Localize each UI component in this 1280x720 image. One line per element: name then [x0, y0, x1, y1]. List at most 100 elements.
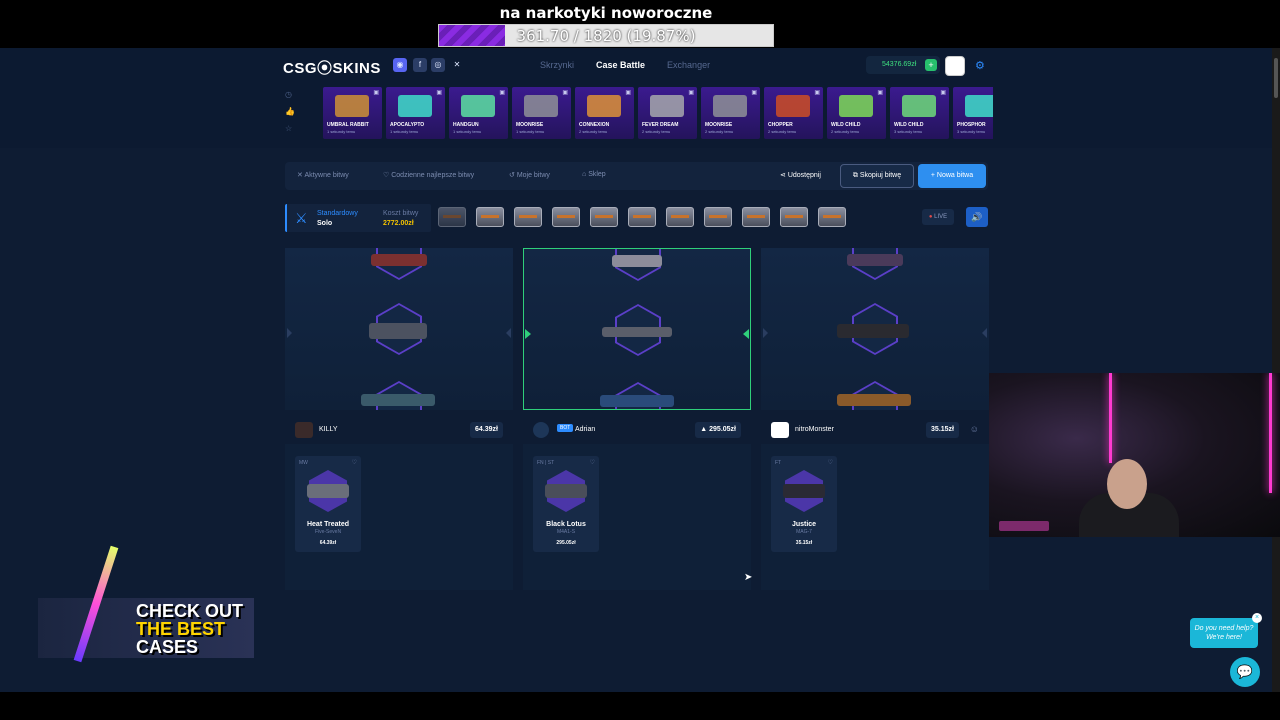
live-drop-weapon-icon [713, 95, 747, 117]
live-drop-item[interactable]: ▣ FEVER DREAM 2 sekundy temu [638, 87, 697, 139]
x-twitter-icon[interactable]: ✕ [450, 58, 464, 72]
reel-item-icon [371, 254, 427, 266]
tab-shop-label: Sklep [588, 171, 606, 178]
item-wear: FN | ST [537, 460, 555, 466]
thumbs-up-icon[interactable]: 👍 [285, 107, 295, 116]
share-label: Udostępnij [787, 172, 821, 179]
live-drop-weapon-icon [524, 95, 558, 117]
item-weapon: Five-SeveN [314, 529, 342, 535]
live-drop-item[interactable]: ▣PHOSPHOR3 sekundy temu [953, 87, 993, 139]
battle-case-icon[interactable] [476, 207, 504, 227]
help-close-icon[interactable]: × [1252, 613, 1262, 623]
live-drop-item[interactable]: ▣ HANDGUN 1 sekundy temu [449, 87, 508, 139]
battle-case-icon[interactable] [666, 207, 694, 227]
item-pin-icon[interactable]: ♡ [828, 459, 833, 466]
sound-toggle-icon[interactable]: 🔊 [966, 207, 988, 227]
item-pin-icon[interactable]: ♡ [590, 459, 595, 466]
item-pin-icon[interactable]: ♡ [352, 459, 357, 466]
emoji-icon[interactable]: ☺ [970, 424, 979, 434]
facebook-icon[interactable]: f [413, 58, 427, 72]
player-1-items: MW ♡ Heat Treated Five-SeveN 64.39zł [285, 444, 513, 590]
live-drop-weapon-icon [587, 95, 621, 117]
discord-icon[interactable]: ◉ [393, 58, 407, 72]
player-name[interactable]: nitroMonster [795, 426, 834, 433]
item-card[interactable]: FT ♡ Justice MAG-7 35.15zł [771, 456, 837, 552]
promo-text: CHECK OUT THE BEST CASES [136, 602, 243, 656]
item-name: Heat Treated [306, 521, 350, 528]
balance-display[interactable]: 54376.69zł + [866, 56, 940, 74]
battle-case-icon[interactable] [704, 207, 732, 227]
battle-case-icon[interactable] [590, 207, 618, 227]
live-drop-item[interactable]: ▣ CONNEXION 2 sekundy temu [575, 87, 634, 139]
tab-my-battles[interactable]: ↺ Moje bitwy [509, 171, 550, 179]
live-drop-item[interactable]: ▣ APOCALYPTO 1 sekundy temu [386, 87, 445, 139]
tab-best-battles[interactable]: ♡ Codzienne najlepsze bitwy [383, 171, 474, 179]
instagram-icon[interactable]: ◎ [431, 58, 445, 72]
live-drop-weapon-icon [839, 95, 873, 117]
battle-case-icon[interactable] [438, 207, 466, 227]
tab-active-battles[interactable]: ✕ Aktywne bitwy [297, 171, 349, 179]
nav-exchanger[interactable]: Exchanger [667, 60, 710, 70]
live-drop-name: APOCALYPTO [390, 122, 425, 128]
chat-bubble-icon[interactable]: 💬 [1230, 657, 1260, 687]
mouse-cursor-icon: ➤ [744, 572, 753, 583]
battle-case-icon[interactable] [552, 207, 580, 227]
reel-item-icon [361, 394, 435, 406]
live-drop-name: FEVER DREAM [642, 122, 679, 128]
settings-gear-icon[interactable]: ⚙ [975, 59, 985, 72]
player-name[interactable]: KILLY [319, 426, 338, 433]
live-drops-strip: ▣ UMBRAL RABBIT 1 sekundy temu ▣ APOCALYPTO 1… [297, 87, 993, 139]
donation-goal-text: 361.70 / 1820 (19.87%) [516, 27, 696, 45]
case-icon: ▣ [499, 90, 505, 96]
copy-battle-button[interactable]: ⧉ Skopiuj bitwę [840, 164, 914, 188]
live-drop-item[interactable]: ▣ UMBRAL RABBIT 1 sekundy temu [323, 87, 382, 139]
bot-avatar-icon [533, 422, 549, 438]
battle-case-icon[interactable] [780, 207, 808, 227]
player-row-1: KILLY 64.39zł [285, 418, 513, 442]
live-drop-item[interactable]: ▣ MOONRISE 1 sekundy temu [512, 87, 571, 139]
battle-case-icon[interactable] [628, 207, 656, 227]
battle-case-icon[interactable] [818, 207, 846, 227]
new-battle-button[interactable]: + Nowa bitwa [918, 164, 986, 188]
scrollbar-thumb[interactable] [1274, 58, 1278, 98]
player-avatar[interactable] [295, 422, 313, 438]
item-wear: MW [299, 460, 308, 466]
share-button[interactable]: ⋖ Udostępnij [780, 171, 821, 179]
live-drop-name: MOONRISE [705, 122, 733, 128]
item-card[interactable]: MW ♡ Heat Treated Five-SeveN 64.39zł [295, 456, 361, 552]
clock-icon[interactable]: ◷ [285, 90, 295, 99]
live-drop-weapon-icon [461, 95, 495, 117]
live-drop-item[interactable]: ▣ MOONRISE 2 sekundy temu [701, 87, 760, 139]
nav-skrzynki[interactable]: Skrzynki [540, 60, 574, 70]
live-drop-time: 2 sekundy temu [579, 129, 608, 134]
user-avatar[interactable] [945, 56, 965, 76]
reel-right-arrow-icon [982, 328, 987, 338]
player-total: 35.15zł [926, 422, 959, 438]
site-logo[interactable]: CSG⦿SKINS [283, 57, 381, 78]
player-avatar[interactable] [771, 422, 789, 438]
nav-case-battle[interactable]: Case Battle [596, 60, 645, 70]
cost-value: 2772.00zł [383, 220, 414, 227]
player-2-items: FN | ST ♡ Black Lotus M4A1-S 295.05zł [523, 444, 751, 590]
help-bubble[interactable]: Do you need help? We're here! [1190, 618, 1258, 648]
star-icon[interactable]: ☆ [285, 124, 295, 133]
live-drop-item[interactable]: ▣ WILD CHILD 3 sekundy temu [890, 87, 949, 139]
page-scrollbar[interactable] [1272, 48, 1280, 692]
tab-shop[interactable]: ⌂ Sklep [582, 171, 606, 178]
item-card[interactable]: FN | ST ♡ Black Lotus M4A1-S 295.05zł [533, 456, 599, 552]
balance-value: 54376.69zł [882, 61, 917, 68]
live-drop-name: CHOPPER [768, 122, 793, 128]
case-icon: ▣ [688, 90, 694, 96]
live-drop-time: 2 sekundy temu [705, 129, 734, 134]
battle-case-icon[interactable] [742, 207, 770, 227]
deposit-plus-icon[interactable]: + [925, 59, 937, 71]
item-weapon-icon [545, 484, 587, 498]
player-name[interactable]: Adrian [575, 426, 595, 433]
live-drop-item[interactable]: ▣ WILD CHILD 2 sekundy temu [827, 87, 886, 139]
promo-line-2: THE BEST [136, 619, 226, 639]
battle-case-icon[interactable] [514, 207, 542, 227]
reel-player-2 [523, 248, 751, 410]
website: CSG⦿SKINS ◉ f ◎ ✕ Skrzynki Case Battle E… [0, 48, 1272, 692]
live-drop-item[interactable]: ▣ CHOPPER 2 sekundy temu [764, 87, 823, 139]
case-icon: ▣ [940, 90, 946, 96]
